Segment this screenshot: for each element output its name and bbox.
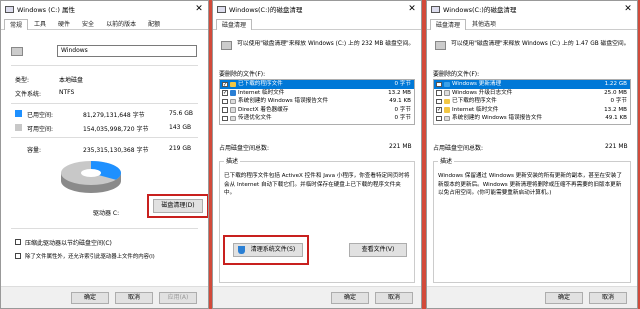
ok-button[interactable]: 确定	[545, 292, 583, 304]
drive-icon	[435, 41, 446, 50]
cleanup-app-icon	[217, 5, 226, 13]
drive-icon	[221, 41, 232, 50]
tab-quota[interactable]: 配额	[142, 18, 166, 29]
type-value: 本地磁盘	[59, 77, 84, 84]
files-label: 要删除的文件(F):	[433, 71, 480, 78]
cleanup-app-icon	[431, 5, 440, 13]
tab-previous-versions[interactable]: 以前的版本	[100, 18, 142, 29]
ok-button[interactable]: 确定	[331, 292, 369, 304]
list-item[interactable]: Windows 更新清理 1.22 GB	[434, 80, 630, 89]
cleanup-footer: 确定 取消	[213, 286, 421, 308]
tab-hardware[interactable]: 硬件	[52, 18, 76, 29]
apply-button[interactable]: 应用(A)	[159, 292, 197, 304]
properties-body: Windows 类型: 本地磁盘 文件系统: NTFS 已用空间: 81,279…	[1, 31, 208, 286]
cancel-button[interactable]: 取消	[115, 292, 153, 304]
tab-disk-cleanup[interactable]: 磁盘清理	[216, 19, 253, 30]
tab-tools[interactable]: 工具	[28, 18, 52, 29]
list-item[interactable]: ✓ Internet 临时文件 13.2 MB	[220, 89, 414, 98]
cancel-button[interactable]: 取消	[589, 292, 627, 304]
system-cleanup-titlebar: Windows(C:)的磁盘清理 ✕	[427, 1, 637, 17]
files-list[interactable]: Windows 更新清理 1.22 GB Windows 升级日志文件 25.0 M…	[433, 79, 631, 125]
used-swatch	[15, 110, 22, 117]
capacity-gb: 219 GB	[169, 145, 192, 152]
index-label: 除了文件属性外，还允许索引此驱动器上文件的内容(I)	[25, 254, 155, 260]
list-item[interactable]: ✓ Internet 临时文件 13.2 MB	[434, 106, 630, 115]
tab-general[interactable]: 常规	[4, 19, 29, 30]
free-label: 可用空间:	[27, 126, 54, 133]
view-files-button[interactable]: 查看文件(V)	[349, 243, 407, 257]
index-checkbox[interactable]	[15, 253, 21, 259]
list-item[interactable]: 已下载的程序文件 0 字节	[434, 97, 630, 106]
drive-name-input[interactable]: Windows	[57, 45, 197, 57]
system-cleanup-footer: 确定 取消	[427, 286, 637, 308]
list-item[interactable]: 系统创建的 Windows 错误报告文件 49.1 KB	[434, 114, 630, 123]
capacity-label: 容量:	[27, 147, 42, 154]
window-title: Windows (C:) 属性	[17, 6, 75, 14]
close-icon[interactable]: ✕	[190, 1, 208, 17]
list-item[interactable]: DirectX 着色器缓存 0 字节	[220, 106, 414, 115]
cleanup-tabs: 磁盘清理	[213, 18, 421, 30]
used-bytes: 81,279,131,648 字节	[83, 112, 145, 119]
cleanup-body: 可以使用"磁盘清理"来释放 Windows (C:) 上的 232 MB 磁盘空…	[213, 31, 421, 286]
description-label: 描述	[224, 158, 241, 167]
description-box: 描述 Windows 保留通过 Windows 更新安装的所有更新的副本，甚至在…	[433, 158, 631, 283]
drive-large-icon	[11, 47, 23, 56]
used-label: 已用空间:	[27, 112, 54, 119]
total-label: 占用磁盘空间总数:	[219, 145, 270, 152]
system-cleanup-tabs: 磁盘清理 其他选项	[427, 18, 637, 30]
files-label: 要删除的文件(F):	[219, 71, 266, 78]
free-bytes: 154,035,998,720 字节	[83, 126, 149, 133]
description-text: 已下载的程序文件包括 ActiveX 控件和 Java 小程序，你查看特定网页时…	[224, 173, 410, 196]
compress-label: 压缩此驱动器以节约磁盘空间(C)	[25, 240, 112, 247]
drive-icon	[5, 5, 14, 13]
system-cleanup-window: Windows(C:)的磁盘清理 ✕ 磁盘清理 其他选项 可以使用"磁盘清理"来…	[426, 0, 638, 309]
tab-more-options[interactable]: 其他选项	[466, 18, 502, 29]
drive-letter-label: 驱动器 C:	[93, 210, 120, 217]
cleanup-titlebar: Windows(C:)的磁盘清理 ✕	[213, 1, 421, 17]
list-item[interactable]: Windows 升级日志文件 25.0 MB	[434, 89, 630, 98]
total-value: 221 MB	[389, 143, 412, 150]
usage-donut-chart	[61, 161, 122, 193]
description-text: Windows 保留通过 Windows 更新安装的所有更新的副本，甚至在安装了…	[438, 173, 622, 196]
compress-checkbox[interactable]	[15, 239, 21, 245]
description-label: 描述	[438, 158, 455, 167]
ok-button[interactable]: 确定	[71, 292, 109, 304]
fs-value: NTFS	[59, 89, 75, 96]
used-gb: 75.6 GB	[169, 110, 194, 117]
tab-disk-cleanup[interactable]: 磁盘清理	[430, 19, 467, 30]
tab-security[interactable]: 安全	[76, 18, 100, 29]
cleanup-intro: 可以使用"磁盘清理"来释放 Windows (C:) 上的 232 MB 磁盘空…	[237, 41, 415, 47]
properties-titlebar: Windows (C:) 属性 ✕	[1, 1, 208, 17]
properties-footer: 确定 取消 应用(A)	[1, 286, 208, 308]
properties-window: Windows (C:) 属性 ✕ 常规 工具 硬件 安全 以前的版本 配额 W…	[0, 0, 209, 309]
list-item[interactable]: 系统创建的 Windows 错误报告文件 49.1 KB	[220, 97, 414, 106]
free-gb: 143 GB	[169, 124, 192, 131]
files-list[interactable]: ✓ 已下载的程序文件 0 字节 ✓ Internet 临时文件 13.2 MB 系统创建…	[219, 79, 415, 125]
fs-label: 文件系统:	[15, 91, 42, 98]
type-label: 类型:	[15, 77, 30, 84]
system-cleanup-body: 可以使用"磁盘清理"来释放 Windows (C:) 上的 1.47 GB 磁盘…	[427, 31, 637, 286]
cancel-button[interactable]: 取消	[375, 292, 413, 304]
list-item[interactable]: 传递优化文件 0 字节	[220, 114, 414, 123]
properties-tabs: 常规 工具 硬件 安全 以前的版本 配额	[1, 18, 208, 30]
free-swatch	[15, 124, 22, 131]
close-icon[interactable]: ✕	[619, 1, 637, 17]
total-label: 占用磁盘空间总数:	[433, 145, 484, 152]
capacity-bytes: 235,315,130,368 字节	[83, 147, 149, 154]
highlight-clean-system	[223, 235, 309, 265]
highlight-cleanup	[147, 194, 208, 218]
window-title: Windows(C:)的磁盘清理	[229, 6, 303, 14]
cleanup-intro: 可以使用"磁盘清理"来释放 Windows (C:) 上的 1.47 GB 磁盘…	[451, 41, 630, 47]
total-value: 221 MB	[605, 143, 628, 150]
list-item[interactable]: ✓ 已下载的程序文件 0 字节	[220, 80, 414, 89]
window-title: Windows(C:)的磁盘清理	[443, 6, 517, 14]
cleanup-window: Windows(C:)的磁盘清理 ✕ 磁盘清理 可以使用"磁盘清理"来释放 Wi…	[212, 0, 422, 309]
close-icon[interactable]: ✕	[403, 1, 421, 17]
